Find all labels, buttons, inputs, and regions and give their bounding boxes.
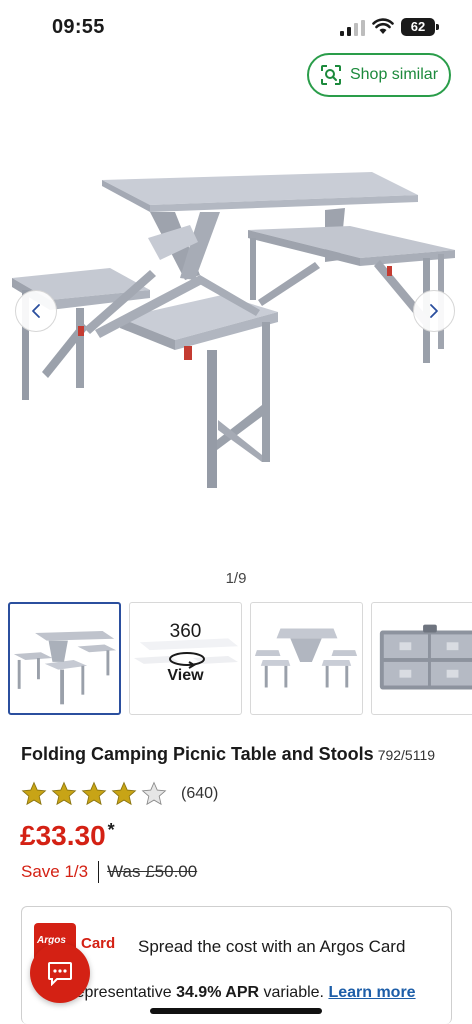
learn-more-link[interactable]: Learn more — [328, 984, 415, 1001]
product-sku: 792/5119 — [377, 747, 436, 763]
price-note: * — [107, 820, 115, 840]
star-empty-icon — [141, 781, 167, 806]
was-price: Was £50.00 — [107, 862, 198, 881]
thumbnail-3[interactable] — [250, 602, 363, 715]
divider — [98, 861, 100, 883]
product-main-image[interactable] — [0, 150, 472, 550]
chevron-right-icon — [430, 304, 438, 318]
view-360-number: 360 — [169, 621, 202, 642]
status-bar: 09:55 62 — [0, 0, 472, 56]
carousel-next-button[interactable] — [413, 290, 455, 332]
star-filled-icon — [111, 781, 137, 806]
carousel-prev-button[interactable] — [15, 290, 57, 332]
star-filled-icon — [51, 781, 77, 806]
product-rating[interactable]: (640) — [21, 781, 218, 807]
product-price: £33.30 * — [20, 820, 115, 852]
product-title: Folding Camping Picnic Table and Stools 7… — [21, 744, 435, 765]
thumbnail-table-side-image — [254, 628, 358, 688]
visual-search-icon — [320, 65, 341, 85]
image-counter: 1/9 — [225, 570, 247, 587]
status-time: 09:55 — [52, 16, 105, 38]
thumbnail-4[interactable] — [371, 602, 472, 715]
finance-line-suffix: variable. — [259, 984, 329, 1001]
thumbnail-table-image — [13, 631, 117, 705]
thumbnail-360-view[interactable]: 360 View — [129, 602, 242, 715]
wifi-icon — [372, 18, 394, 34]
chevron-left-icon — [32, 304, 40, 318]
finance-apr-line: Representative 34.9% APR variable. Learn… — [64, 984, 416, 1002]
home-indicator — [150, 1008, 322, 1014]
review-count[interactable]: (640) — [181, 785, 218, 803]
thumbnail-1[interactable] — [8, 602, 121, 715]
product-title-text: Folding Camping Picnic Table and Stools — [21, 744, 374, 764]
cellular-signal-icon — [340, 20, 365, 36]
savings-info: Save 1/3 Was £50.00 — [21, 861, 197, 883]
chat-button[interactable] — [30, 943, 90, 1003]
battery-icon: 62 — [401, 18, 439, 36]
rotate-360-icon — [169, 652, 205, 669]
star-filled-icon — [81, 781, 107, 806]
view-360-overlay: 360 View — [130, 621, 241, 685]
price-value: £33.30 — [20, 820, 106, 851]
finance-apr: 34.9% APR — [176, 984, 260, 1001]
argos-card-label: Card — [81, 935, 116, 952]
thumbnail-strip: 360 View — [8, 602, 472, 715]
finance-headline: Spread the cost with an Argos Card — [138, 937, 406, 956]
chat-bubble-icon — [48, 962, 72, 986]
thumbnail-folded-case-image — [379, 624, 472, 690]
shop-similar-button[interactable]: Shop similar — [307, 53, 451, 97]
save-text: Save 1/3 — [21, 862, 89, 881]
star-filled-icon — [21, 781, 47, 806]
shop-similar-label: Shop similar — [349, 66, 439, 83]
